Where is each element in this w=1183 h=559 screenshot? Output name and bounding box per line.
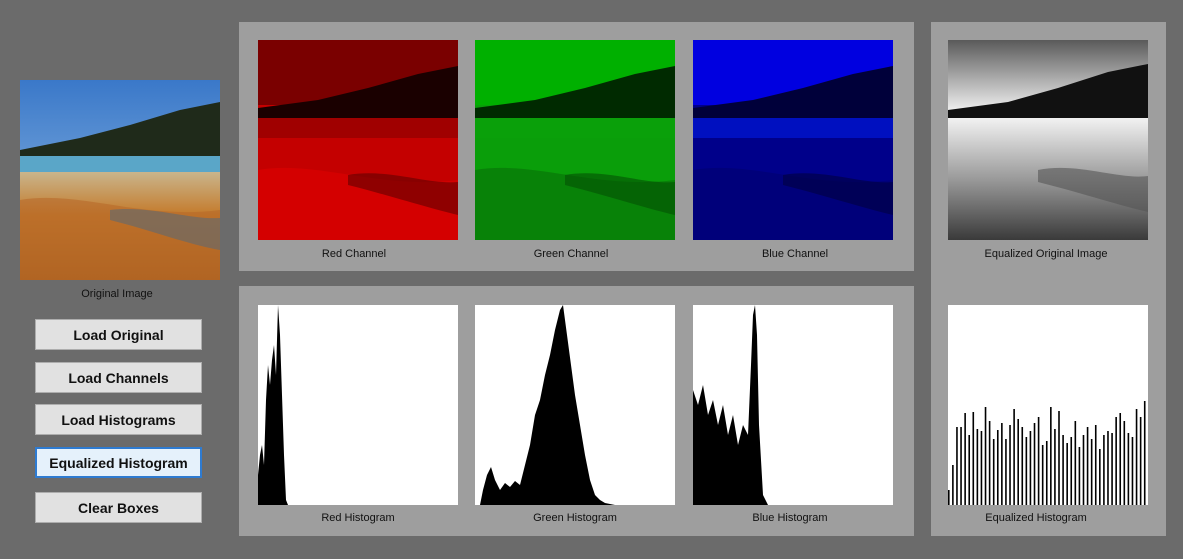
equalized-histogram-button[interactable]: Equalized Histogram <box>35 447 202 478</box>
equalized-histogram-bar <box>1139 417 1142 505</box>
equalized-histogram-bar <box>1090 439 1093 505</box>
green-channel-caption: Green Channel <box>533 248 609 260</box>
equalized-histogram-bar <box>948 490 950 505</box>
equalized-histogram-bar <box>956 427 958 505</box>
equalized-histogram-bar <box>988 421 991 505</box>
equalized-histogram-bar <box>1135 409 1138 505</box>
equalized-histogram-bar <box>1001 423 1003 505</box>
equalized-histogram-bar <box>1103 435 1105 505</box>
equalized-histogram-bar <box>1033 423 1036 505</box>
equalized-histogram-image <box>948 305 1148 505</box>
equalized-histogram-bar <box>1094 425 1097 505</box>
equalized-histogram-bar <box>1029 431 1032 505</box>
equalized-histogram-bar <box>976 429 979 505</box>
equalized-histogram-bar <box>964 413 966 505</box>
equalized-histogram-bar <box>960 427 962 505</box>
equalized-histogram-bar <box>1082 435 1085 505</box>
equalized-histogram-bar <box>1131 437 1134 505</box>
equalized-histogram-bar <box>1123 421 1126 505</box>
equalized-image-caption: Equalized Original Image <box>984 248 1108 260</box>
equalized-histogram-bar <box>1017 419 1019 505</box>
equalized-histogram-bar <box>1107 431 1109 505</box>
equalized-histogram-bar <box>1143 401 1146 505</box>
blue-histogram-image <box>693 305 893 505</box>
blue-channel-caption: Blue Channel <box>761 248 829 260</box>
load-original-button[interactable]: Load Original <box>35 319 202 350</box>
equalized-histogram-bar <box>984 407 987 505</box>
equalized-histogram-bar <box>1119 413 1122 505</box>
blue-histogram-caption: Blue Histogram <box>752 512 828 524</box>
equalized-image <box>948 40 1148 240</box>
equalized-histogram-bar <box>1025 437 1028 505</box>
equalized-histogram-bar <box>1099 449 1101 505</box>
load-histograms-button[interactable]: Load Histograms <box>35 404 202 435</box>
equalized-histogram-bar <box>1115 417 1117 505</box>
equalized-histogram-bar <box>1086 427 1089 505</box>
equalized-histogram-bar <box>1021 427 1024 505</box>
equalized-histogram-bar <box>1054 429 1056 505</box>
equalized-histogram-bar <box>980 431 983 505</box>
blue-channel-image <box>693 40 893 240</box>
equalized-histogram-bar <box>1074 421 1077 505</box>
equalized-histogram-bar <box>1111 433 1113 505</box>
green-histogram-image <box>475 305 675 505</box>
equalized-histogram-bar <box>1005 439 1007 505</box>
equalized-histogram-bar <box>1062 435 1064 505</box>
red-histogram-image <box>258 305 458 505</box>
original-image-caption: Original Image <box>81 288 153 300</box>
green-channel-image <box>475 40 675 240</box>
equalized-histogram-bar <box>1037 417 1040 505</box>
equalized-histogram-bar <box>1078 447 1081 505</box>
equalized-histogram-bar <box>1070 437 1073 505</box>
equalized-histogram-caption: Equalized Histogram <box>985 512 1087 524</box>
equalized-histogram-bar <box>996 430 999 505</box>
equalized-histogram-bar <box>992 439 995 505</box>
green-histogram-caption: Green Histogram <box>533 512 617 524</box>
load-channels-button[interactable]: Load Channels <box>35 362 202 393</box>
red-histogram-caption: Red Histogram <box>321 512 395 524</box>
original-image <box>20 80 220 280</box>
equalized-histogram-bar <box>1045 441 1048 505</box>
equalized-histogram-bar <box>1041 445 1044 505</box>
equalized-histogram-bar <box>952 465 954 505</box>
equalized-histogram-bar <box>1009 425 1011 505</box>
red-channel-image <box>258 40 458 240</box>
equalized-histogram-bar <box>1050 407 1052 505</box>
equalized-histogram-bar <box>1127 433 1130 505</box>
equalized-histogram-bar <box>1066 443 1068 505</box>
red-channel-caption: Red Channel <box>321 248 387 260</box>
equalized-histogram-bar <box>972 412 975 505</box>
clear-boxes-button[interactable]: Clear Boxes <box>35 492 202 523</box>
equalized-histogram-bar <box>1058 411 1060 505</box>
equalized-histogram-bar <box>968 435 971 505</box>
equalized-histogram-bar <box>1013 409 1015 505</box>
